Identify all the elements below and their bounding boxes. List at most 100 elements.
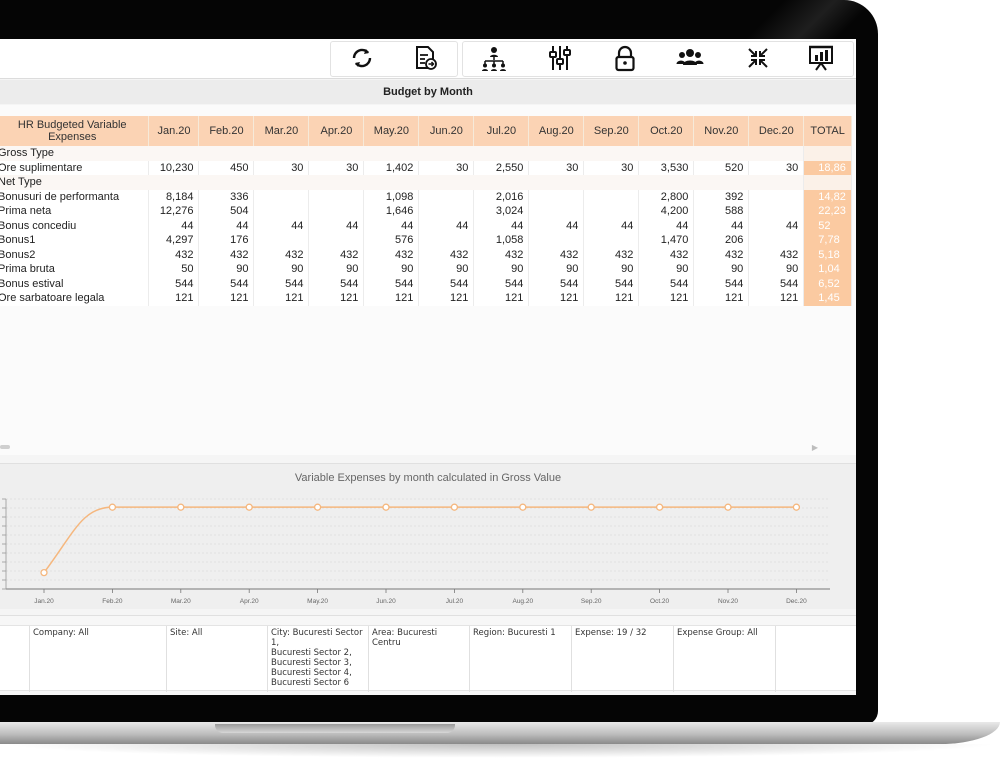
value-cell: 121 [308, 291, 365, 306]
value-cell: 176 [198, 233, 255, 248]
value-cell: 544 [693, 276, 750, 291]
x-tick-label: Feb.20 [102, 598, 123, 605]
filter-cell[interactable]: Region: Bucuresti 1 [469, 626, 571, 692]
data-point[interactable] [655, 503, 664, 511]
filter-cell[interactable]: Area: Bucuresti Centru [368, 626, 469, 692]
column-header-month[interactable]: Jun.20 [418, 116, 475, 146]
column-header-month[interactable]: Jan.20 [148, 116, 200, 146]
table-row[interactable]: Prima neta 12,276 504 1,646 3,024 4,200 588 22,… [0, 204, 852, 219]
value-cell: 30 [253, 160, 310, 175]
data-point[interactable] [450, 503, 459, 511]
value-cell: 1,098 [363, 189, 420, 204]
column-header-total[interactable]: TOTAL [803, 116, 852, 146]
value-cell: 121 [363, 291, 420, 306]
value-cell: 44 [528, 218, 585, 233]
table-row[interactable]: Ore sarbatoare legala 121 121 121 121 121 121 1… [0, 291, 852, 306]
data-point[interactable] [382, 503, 390, 511]
toolbar [0, 39, 856, 79]
value-cell [528, 204, 585, 219]
value-cell: 121 [748, 291, 805, 306]
data-point[interactable] [724, 503, 732, 511]
presentation-chart-icon[interactable] [804, 43, 838, 73]
column-header-month[interactable]: Dec.20 [748, 116, 805, 146]
column-header-expenses: HR Budgeted Variable Expenses [0, 116, 150, 146]
column-header-month[interactable]: Jul.20 [473, 116, 530, 146]
data-point[interactable] [245, 503, 253, 511]
column-header-month[interactable]: Nov.20 [693, 116, 750, 146]
value-cell: 90 [473, 262, 530, 277]
filter-cell[interactable] [0, 626, 29, 692]
column-header-month[interactable]: Sep.20 [583, 116, 640, 146]
column-header-month[interactable]: Feb.20 [198, 116, 255, 146]
value-cell: 432 [363, 247, 420, 262]
data-point[interactable] [108, 503, 117, 511]
scrollbar-thumb[interactable] [0, 445, 10, 449]
value-cell: 544 [198, 276, 255, 291]
filter-cell[interactable]: Expense Group: All [673, 626, 775, 692]
table-group-row[interactable]: Gross Type [0, 146, 852, 161]
total-cell: 1,04 [803, 262, 852, 277]
value-cell: 544 [308, 276, 365, 291]
total-cell: 22,23 [803, 204, 852, 219]
x-tick-label: Aug.20 [512, 598, 533, 605]
group-total-cell [803, 146, 852, 161]
collapse-arrows-icon[interactable] [741, 43, 775, 73]
filter-cell[interactable]: City: Bucuresti Sector 1, Bucuresti Sect… [267, 626, 368, 692]
filter-cell[interactable]: Expense: 19 / 32 [571, 626, 673, 692]
value-cell: 121 [473, 291, 530, 306]
value-cell: 121 [693, 291, 750, 306]
value-cell: 90 [583, 262, 640, 277]
chart-title: Variable Expenses by month calculated in… [294, 472, 562, 484]
value-cell [418, 189, 475, 204]
table-row[interactable]: Bonus concediu 44 44 44 44 44 44 44 44 44 44 44 44 52 [0, 218, 852, 233]
value-cell: 50 [148, 262, 200, 277]
data-point[interactable] [313, 503, 322, 511]
users-group-icon[interactable] [673, 43, 707, 73]
horizontal-scrollbar[interactable]: ▶ [0, 443, 840, 452]
column-header-month[interactable]: May.20 [363, 116, 420, 146]
column-header-month[interactable]: Oct.20 [638, 116, 695, 146]
value-cell: 44 [148, 218, 200, 233]
refresh-icon[interactable] [345, 43, 379, 73]
scroll-right-arrow-icon[interactable]: ▶ [812, 443, 818, 452]
table-row[interactable]: Prima bruta 50 90 90 90 90 90 90 90 90 90 90 90 1,04 [0, 262, 852, 277]
value-cell: 12,276 [148, 204, 200, 219]
filter-cell[interactable] [775, 626, 856, 692]
sliders-icon[interactable] [543, 43, 577, 73]
value-cell: 3,024 [473, 204, 530, 219]
value-cell: 544 [418, 276, 475, 291]
data-point[interactable] [40, 568, 48, 577]
lock-icon[interactable] [608, 43, 642, 73]
value-cell: 44 [308, 218, 365, 233]
table-row[interactable]: Bonusuri de performanta 8,184 336 1,098 2,01… [0, 189, 852, 204]
table-row[interactable]: Bonus1 4,297 176 576 1,058 1,470 206 7,78 [0, 233, 852, 248]
laptop-bezel: Budget by Month HR Budgeted Variable Exp… [0, 0, 878, 725]
data-point[interactable] [519, 503, 527, 511]
value-cell: 90 [418, 262, 475, 277]
value-cell: 3,530 [638, 160, 695, 175]
filter-cell[interactable]: Site: All [166, 626, 267, 692]
table-row[interactable]: Ore suplimentare 10,230 450 30 30 1,402 30 2,55… [0, 160, 852, 175]
table-row[interactable]: Bonus estival 544 544 544 544 544 544 544 544 544… [0, 276, 852, 291]
value-cell: 432 [473, 247, 530, 262]
filter-cell[interactable]: Company: All [29, 626, 166, 692]
data-point[interactable] [792, 503, 801, 511]
export-report-icon[interactable] [408, 43, 442, 73]
column-header-month[interactable]: Mar.20 [253, 116, 310, 146]
value-cell [253, 189, 310, 204]
hierarchy-icon[interactable] [477, 43, 511, 73]
row-label: Prima bruta [0, 262, 150, 277]
data-point[interactable] [177, 503, 185, 511]
value-cell: 432 [583, 247, 640, 262]
column-header-month[interactable]: Aug.20 [528, 116, 585, 146]
table-row[interactable]: Bonus2 432 432 432 432 432 432 432 432 432 432 432 4… [0, 247, 852, 262]
row-label: Bonus concediu [0, 218, 150, 233]
value-cell: 30 [308, 160, 365, 175]
column-header-month[interactable]: Apr.20 [308, 116, 365, 146]
table-group-row[interactable]: Net Type [0, 175, 852, 190]
value-cell: 336 [198, 189, 255, 204]
total-cell: 1,45 [803, 291, 852, 306]
value-cell [308, 189, 365, 204]
data-point[interactable] [587, 503, 595, 511]
x-tick-label: Jul.20 [446, 598, 464, 605]
